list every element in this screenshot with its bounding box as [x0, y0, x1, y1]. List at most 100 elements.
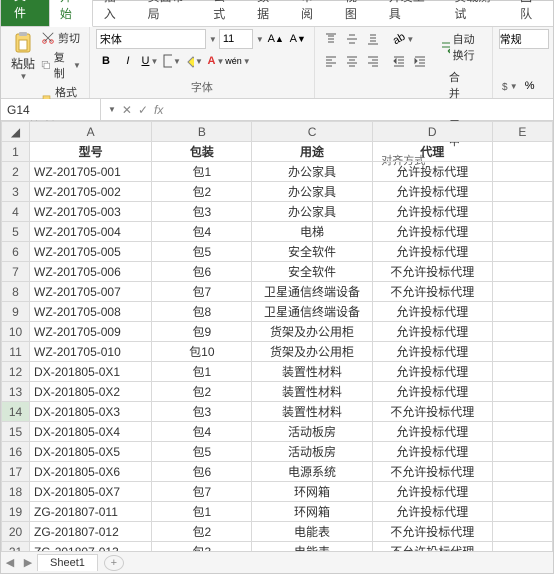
- row-header[interactable]: 7: [2, 262, 30, 282]
- cell[interactable]: 安全软件: [252, 262, 372, 282]
- fx-icon[interactable]: fx: [154, 103, 163, 117]
- cell[interactable]: [492, 322, 552, 342]
- cell[interactable]: DX-201805-0X3: [30, 402, 152, 422]
- border-button[interactable]: ▼: [162, 51, 182, 71]
- tab-load[interactable]: 负载测试: [443, 0, 509, 26]
- row-header[interactable]: 5: [2, 222, 30, 242]
- cell[interactable]: ZG-201807-013: [30, 542, 152, 552]
- row-header[interactable]: 11: [2, 342, 30, 362]
- row-header[interactable]: 9: [2, 302, 30, 322]
- row-header[interactable]: 10: [2, 322, 30, 342]
- cell[interactable]: 装置性材料: [252, 362, 372, 382]
- cell[interactable]: [492, 442, 552, 462]
- name-box[interactable]: [1, 99, 101, 120]
- underline-button[interactable]: U▼: [140, 51, 160, 71]
- cell[interactable]: 代理: [372, 142, 492, 162]
- cell[interactable]: 包4: [152, 222, 252, 242]
- font-name-select[interactable]: [96, 29, 206, 49]
- cell[interactable]: 允许投标代理: [372, 302, 492, 322]
- sheet-nav-next[interactable]: ▶: [19, 556, 37, 569]
- cell[interactable]: 装置性材料: [252, 402, 372, 422]
- tab-review[interactable]: 审阅: [290, 0, 334, 26]
- cell[interactable]: 包5: [152, 242, 252, 262]
- italic-button[interactable]: I: [118, 51, 138, 71]
- row-header[interactable]: 6: [2, 242, 30, 262]
- cell[interactable]: 不允许投标代理: [372, 262, 492, 282]
- cell[interactable]: 卫星通信终端设备: [252, 302, 372, 322]
- cell[interactable]: 允许投标代理: [372, 342, 492, 362]
- cell[interactable]: 卫星通信终端设备: [252, 282, 372, 302]
- sheet-nav-prev[interactable]: ◀: [1, 556, 19, 569]
- cell[interactable]: 包4: [152, 422, 252, 442]
- cell[interactable]: WZ-201705-008: [30, 302, 152, 322]
- tab-insert[interactable]: 插入: [93, 0, 137, 26]
- cell[interactable]: 活动板房: [252, 422, 372, 442]
- cell[interactable]: DX-201805-0X6: [30, 462, 152, 482]
- row-header[interactable]: 8: [2, 282, 30, 302]
- tab-dev[interactable]: 开发工具: [378, 0, 444, 26]
- cell[interactable]: DX-201805-0X7: [30, 482, 152, 502]
- font-size-select[interactable]: [219, 29, 253, 49]
- col-header-C[interactable]: C: [252, 122, 372, 142]
- cell[interactable]: WZ-201705-007: [30, 282, 152, 302]
- select-all-corner[interactable]: ◢: [2, 122, 30, 142]
- cell[interactable]: 用途: [252, 142, 372, 162]
- row-header[interactable]: 20: [2, 522, 30, 542]
- cell[interactable]: 电梯: [252, 222, 372, 242]
- cell[interactable]: 包7: [152, 282, 252, 302]
- row-header[interactable]: 17: [2, 462, 30, 482]
- cell[interactable]: 包1: [152, 362, 252, 382]
- cell[interactable]: 不允许投标代理: [372, 402, 492, 422]
- cell[interactable]: 活动板房: [252, 442, 372, 462]
- row-header[interactable]: 1: [2, 142, 30, 162]
- sheet-tab[interactable]: Sheet1: [37, 554, 98, 571]
- cell[interactable]: WZ-201705-004: [30, 222, 152, 242]
- tab-file[interactable]: 文件: [1, 0, 49, 26]
- cell[interactable]: 包6: [152, 462, 252, 482]
- col-header-A[interactable]: A: [30, 122, 152, 142]
- cell[interactable]: WZ-201705-010: [30, 342, 152, 362]
- row-header[interactable]: 14: [2, 402, 30, 422]
- cell[interactable]: [492, 302, 552, 322]
- row-header[interactable]: 4: [2, 202, 30, 222]
- cell[interactable]: 不允许投标代理: [372, 542, 492, 552]
- currency-button[interactable]: $▼: [499, 76, 519, 96]
- cell[interactable]: 办公家具: [252, 202, 372, 222]
- cell[interactable]: 环网箱: [252, 482, 372, 502]
- spreadsheet-grid[interactable]: ◢ A B C D E 1型号包装用途代理2WZ-201705-001包1办公家…: [1, 121, 553, 551]
- percent-button[interactable]: %: [520, 76, 540, 96]
- align-left-button[interactable]: [321, 51, 341, 71]
- align-right-button[interactable]: [363, 51, 383, 71]
- phonetic-button[interactable]: wén▼: [228, 51, 248, 71]
- cell[interactable]: 允许投标代理: [372, 202, 492, 222]
- row-header[interactable]: 3: [2, 182, 30, 202]
- cell[interactable]: 允许投标代理: [372, 502, 492, 522]
- col-header-D[interactable]: D: [372, 122, 492, 142]
- cell[interactable]: 包5: [152, 442, 252, 462]
- cell[interactable]: 装置性材料: [252, 382, 372, 402]
- cell[interactable]: [492, 462, 552, 482]
- cell[interactable]: 允许投标代理: [372, 182, 492, 202]
- cell[interactable]: WZ-201705-002: [30, 182, 152, 202]
- cell[interactable]: 包10: [152, 342, 252, 362]
- tab-start[interactable]: 开始: [49, 0, 93, 27]
- row-header[interactable]: 15: [2, 422, 30, 442]
- cell[interactable]: 允许投标代理: [372, 482, 492, 502]
- cell[interactable]: 允许投标代理: [372, 382, 492, 402]
- cell[interactable]: [492, 502, 552, 522]
- row-header[interactable]: 2: [2, 162, 30, 182]
- chevron-down-icon[interactable]: ▼: [108, 105, 116, 114]
- align-center-button[interactable]: [342, 51, 362, 71]
- col-header-B[interactable]: B: [152, 122, 252, 142]
- cell[interactable]: WZ-201705-003: [30, 202, 152, 222]
- cell[interactable]: [492, 162, 552, 182]
- cell[interactable]: [492, 262, 552, 282]
- cell[interactable]: WZ-201705-005: [30, 242, 152, 262]
- cell[interactable]: DX-201805-0X5: [30, 442, 152, 462]
- cell[interactable]: 包9: [152, 322, 252, 342]
- cell[interactable]: 环网箱: [252, 502, 372, 522]
- cell[interactable]: 包2: [152, 522, 252, 542]
- bold-button[interactable]: B: [96, 51, 116, 71]
- cell[interactable]: [492, 522, 552, 542]
- cell[interactable]: 不允许投标代理: [372, 522, 492, 542]
